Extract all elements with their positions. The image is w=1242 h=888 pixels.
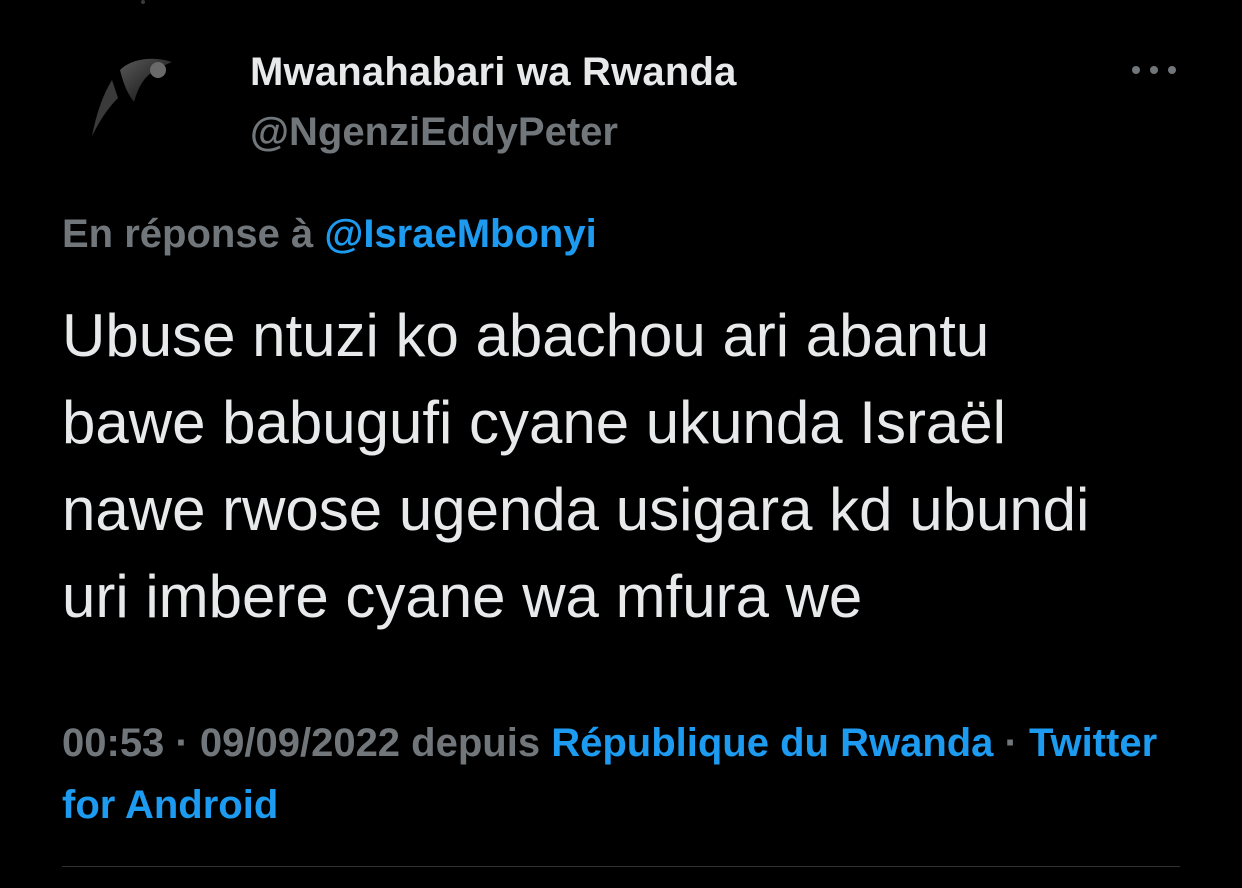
location-link[interactable]: République du Rwanda <box>551 721 993 765</box>
tweet-time[interactable]: 00:53 <box>62 721 164 765</box>
more-dot <box>1168 66 1176 74</box>
more-dot <box>1150 66 1158 74</box>
meta-separator-2: · <box>993 721 1029 765</box>
top-indicator-dot <box>141 0 145 4</box>
reply-context: En réponse à @IsraeMbonyi <box>62 210 597 258</box>
more-options-icon[interactable] <box>1132 56 1176 84</box>
reply-mention-link[interactable]: @IsraeMbonyi <box>324 212 596 256</box>
avatar[interactable] <box>62 40 200 178</box>
meta-separator: · <box>164 721 200 765</box>
tweet-date[interactable]: 09/09/2022 <box>200 721 400 765</box>
tweet-text: Ubuse ntuzi ko abachou ari abantu bawe b… <box>62 302 1090 630</box>
author-display-name[interactable]: Mwanahabari wa Rwanda <box>250 48 737 96</box>
avatar-photo-icon <box>62 40 200 178</box>
more-dot <box>1132 66 1140 74</box>
author-handle[interactable]: @NgenziEddyPeter <box>250 108 737 156</box>
from-label: depuis <box>400 721 552 765</box>
reply-prefix: En réponse à <box>62 212 325 256</box>
divider <box>62 866 1180 867</box>
tweet-header: Mwanahabari wa Rwanda @NgenziEddyPeter <box>250 48 737 156</box>
tweet-metadata: 00:53 · 09/09/2022 depuis République du … <box>62 712 1162 836</box>
